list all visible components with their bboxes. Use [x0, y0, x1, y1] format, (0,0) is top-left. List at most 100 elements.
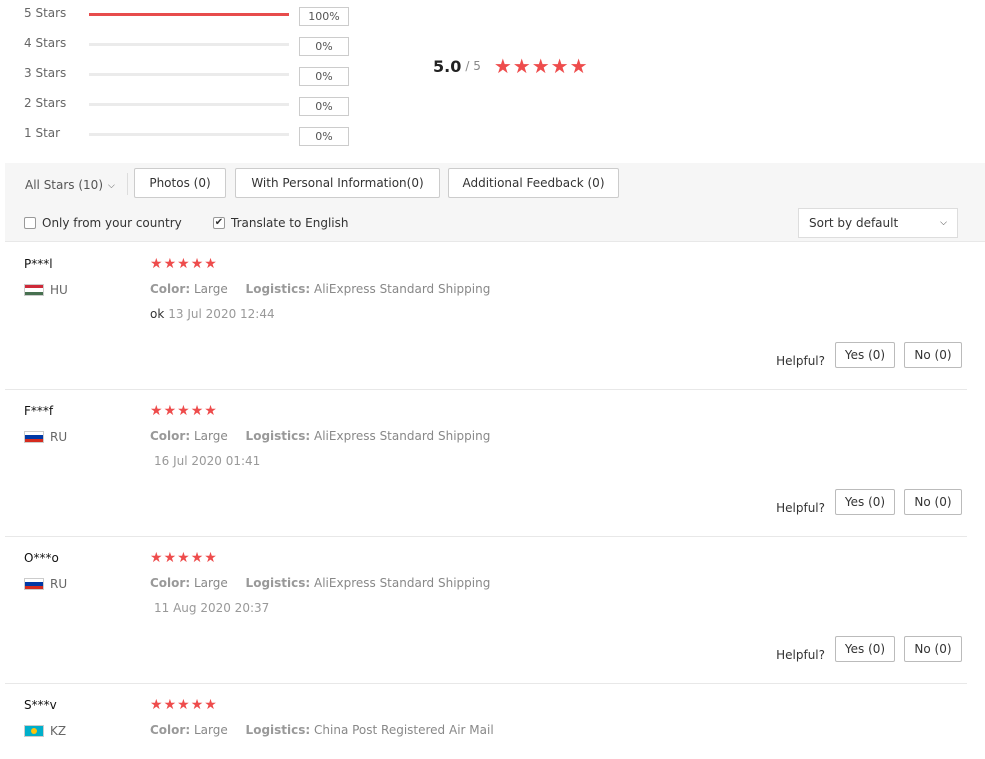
review-date: 16 Jul 2020 01:41 — [154, 454, 261, 468]
star-icon: ★ — [204, 697, 217, 713]
star-icon: ★ — [177, 256, 190, 272]
review-item: O***o RU ★★★★★ Color: Large Logistics: A… — [5, 537, 967, 684]
review-stars: ★★★★★ — [150, 551, 218, 565]
star-icon: ★ — [531, 54, 550, 78]
translate-label: Translate to English — [231, 216, 349, 230]
hungary-flag-icon — [24, 284, 44, 296]
all-stars-label: All Stars (10) — [25, 178, 103, 192]
logistics-label: Logistics: — [245, 282, 311, 296]
histogram-row-3[interactable]: 3 Stars 0% — [24, 62, 354, 86]
reviewer-country: HU — [24, 283, 68, 297]
russia-flag-icon — [24, 431, 44, 443]
helpful-yes-button[interactable]: Yes (0) — [835, 342, 895, 368]
logistics-label: Logistics: — [245, 723, 311, 737]
histogram-percent: 0% — [299, 127, 349, 146]
review-stars: ★★★★★ — [150, 257, 218, 271]
star-icon: ★ — [150, 403, 163, 419]
histogram-label: 3 Stars — [24, 66, 67, 80]
star-icon: ★ — [177, 550, 190, 566]
star-icon: ★ — [512, 54, 531, 78]
star-icon: ★ — [204, 256, 217, 272]
all-stars-dropdown[interactable]: All Stars (10) ⌵ — [25, 178, 115, 192]
country-code: RU — [50, 577, 68, 591]
color-value: Large — [193, 723, 228, 737]
review-text: ok — [150, 307, 165, 321]
histogram-percent: 0% — [299, 37, 349, 56]
review-item: P***l HU ★★★★★ Color: Large Logistics: A… — [5, 243, 967, 390]
histogram-percent: 100% — [299, 7, 349, 26]
review-body: 11 Aug 2020 20:37 — [150, 601, 269, 615]
review-stars: ★★★★★ — [150, 698, 218, 712]
review-attributes: Color: Large Logistics: AliExpress Stand… — [150, 576, 490, 590]
reviewer-country: RU — [24, 430, 67, 444]
reviewer-country: KZ — [24, 724, 66, 738]
helpful-no-button[interactable]: No (0) — [904, 489, 962, 515]
average-rating: 5.0 / 5 ★★★★★ — [433, 56, 589, 76]
helpful-yes-button[interactable]: Yes (0) — [835, 489, 895, 515]
logistics-value: AliExpress Standard Shipping — [314, 576, 491, 590]
helpful-no-button[interactable]: No (0) — [904, 636, 962, 662]
photos-filter-button[interactable]: Photos (0) — [134, 168, 226, 198]
logistics-label: Logistics: — [245, 429, 311, 443]
country-code: RU — [50, 430, 68, 444]
helpful-no-button[interactable]: No (0) — [904, 342, 962, 368]
country-code: HU — [50, 283, 68, 297]
histogram-percent: 0% — [299, 97, 349, 116]
only-from-country-checkbox[interactable]: Only from your country — [24, 216, 182, 230]
star-icon: ★ — [569, 54, 588, 78]
color-value: Large — [193, 282, 228, 296]
personal-info-filter-button[interactable]: With Personal Information(0) — [235, 168, 440, 198]
star-icon: ★ — [204, 550, 217, 566]
histogram-bar — [89, 103, 289, 106]
star-icon: ★ — [163, 403, 177, 419]
checkbox-checked-icon: ✔ — [213, 217, 225, 229]
color-value: Large — [193, 429, 228, 443]
histogram-row-2[interactable]: 2 Stars 0% — [24, 92, 354, 116]
star-icon: ★ — [163, 256, 177, 272]
histogram-row-1[interactable]: 1 Star 0% — [24, 122, 354, 146]
histogram-bar — [89, 73, 289, 76]
review-item: S***v KZ ★★★★★ Color: Large Logistics: C… — [5, 684, 967, 759]
star-icon: ★ — [550, 54, 569, 78]
reviewer-country: RU — [24, 577, 67, 591]
color-label: Color: — [150, 723, 191, 737]
chevron-down-icon: ⌵ — [940, 218, 947, 228]
additional-feedback-filter-button[interactable]: Additional Feedback (0) — [448, 168, 619, 198]
checkbox-icon — [24, 217, 36, 229]
star-icon: ★ — [190, 256, 204, 272]
histogram-bar — [89, 13, 289, 16]
color-label: Color: — [150, 429, 191, 443]
translate-checkbox[interactable]: ✔ Translate to English — [213, 216, 349, 230]
only-from-country-label: Only from your country — [42, 216, 182, 230]
logistics-value: AliExpress Standard Shipping — [314, 429, 491, 443]
review-attributes: Color: Large Logistics: AliExpress Stand… — [150, 429, 490, 443]
star-icon: ★ — [177, 403, 190, 419]
histogram-row-4[interactable]: 4 Stars 0% — [24, 32, 354, 56]
star-icon: ★ — [190, 550, 204, 566]
histogram-percent: 0% — [299, 67, 349, 86]
histogram-row-5[interactable]: 5 Stars 100% — [24, 2, 354, 26]
kazakhstan-flag-icon — [24, 725, 44, 737]
review-attributes: Color: Large Logistics: AliExpress Stand… — [150, 282, 490, 296]
histogram-bar — [89, 43, 289, 46]
reviewer-name: S***v — [24, 698, 57, 712]
logistics-value: China Post Registered Air Mail — [314, 723, 494, 737]
country-code: KZ — [50, 724, 67, 738]
average-stars: ★★★★★ — [494, 56, 589, 76]
helpful-label: Helpful? — [776, 648, 825, 662]
chevron-down-icon: ⌵ — [108, 181, 115, 191]
review-filter-bar: All Stars (10) ⌵ Photos (0) With Personal… — [5, 163, 985, 242]
review-date: 13 Jul 2020 12:44 — [168, 307, 275, 321]
reviewer-name: F***f — [24, 404, 54, 418]
histogram-bar-fill — [89, 13, 289, 16]
helpful-yes-button[interactable]: Yes (0) — [835, 636, 895, 662]
logistics-label: Logistics: — [245, 576, 311, 590]
sort-dropdown[interactable]: Sort by default ⌵ — [798, 208, 958, 238]
helpful-label: Helpful? — [776, 354, 825, 368]
histogram-bar — [89, 133, 289, 136]
star-icon: ★ — [163, 697, 177, 713]
review-item: F***f RU ★★★★★ Color: Large Logistics: A… — [5, 390, 967, 537]
average-rating-max: / 5 — [465, 59, 481, 73]
star-icon: ★ — [150, 550, 163, 566]
review-attributes: Color: Large Logistics: China Post Regis… — [150, 723, 494, 737]
